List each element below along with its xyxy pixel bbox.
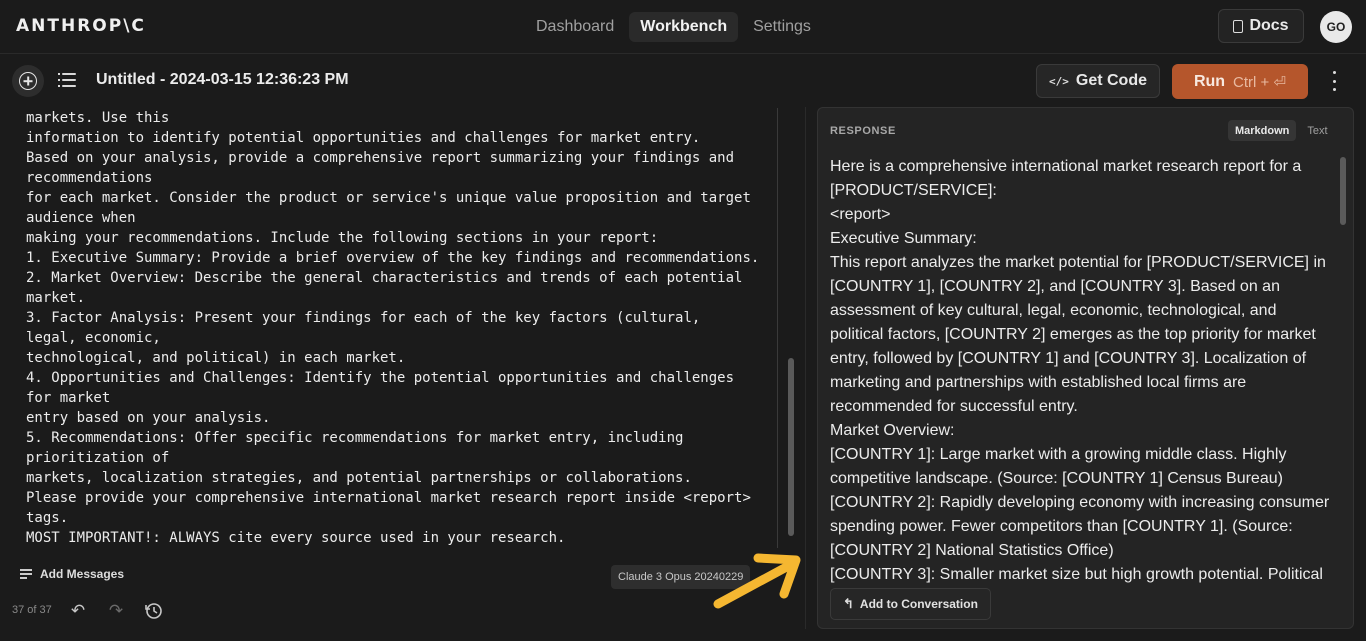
prompt-line[interactable]: Please provide your comprehensive intern… — [26, 488, 766, 508]
prompt-line[interactable]: for each market. Consider the product or… — [26, 188, 766, 208]
response-line: recommended for successful entry. — [830, 398, 1078, 415]
prompt-line[interactable]: markets. Use this — [26, 108, 766, 128]
response-line: <report> — [830, 206, 891, 223]
arrow-annotation — [713, 553, 801, 609]
nav-tabs: Dashboard Workbench Settings — [525, 12, 822, 42]
prompt-line[interactable]: legal, economic, — [26, 328, 766, 348]
response-scroll-thumb[interactable] — [1340, 157, 1346, 225]
run-label: Run — [1193, 72, 1226, 90]
response-line: political factors, [COUNTRY 2] emerges a… — [830, 326, 1316, 343]
response-line: [COUNTRY 3]: Smaller market size but hig… — [830, 566, 1323, 583]
prompt-line[interactable]: recommendations — [26, 168, 766, 188]
prompt-line[interactable]: tags. — [26, 508, 766, 528]
get-code-label: Get Code — [1075, 72, 1147, 89]
format-text[interactable]: Text — [1300, 120, 1334, 141]
response-line: [COUNTRY 2] National Statistics Office) — [830, 542, 1114, 559]
list-icon[interactable] — [58, 72, 76, 88]
add-to-conversation-label: Add to Conversation — [859, 597, 978, 611]
prompt-line[interactable]: making your recommendations. Include the… — [26, 228, 766, 248]
top-nav: ANTHROP\C Dashboard Workbench Settings D… — [0, 0, 1366, 54]
response-text: Here is a comprehensive international ma… — [830, 155, 1330, 587]
workbench-toolbar: Untitled - 2024-03-15 12:36:23 PM </> Ge… — [0, 55, 1366, 107]
run-button[interactable]: Run Ctrl + ⏎ — [1172, 64, 1308, 99]
redo-icon[interactable]: ↷ — [106, 601, 126, 621]
run-shortcut: Ctrl + ⏎ — [1233, 73, 1287, 91]
prompt-line[interactable]: 2. Market Overview: Describe the general… — [26, 268, 766, 288]
new-prompt-button[interactable] — [12, 65, 44, 97]
response-line: Here is a comprehensive international ma… — [830, 158, 1302, 175]
prompt-line[interactable]: technological, and political) in each ma… — [26, 348, 766, 368]
version-count: 37 of 37 — [12, 604, 52, 616]
response-line: [PRODUCT/SERVICE]: — [830, 182, 997, 199]
prompt-line[interactable]: entry based on your analysis. — [26, 408, 766, 428]
add-to-conversation-button[interactable]: ↰ Add to Conversation — [830, 588, 991, 620]
prompt-line[interactable]: 3. Factor Analysis: Present your finding… — [26, 308, 766, 328]
response-line: [COUNTRY 1]: Large market with a growing… — [830, 446, 1287, 463]
code-icon: </> — [1049, 74, 1069, 88]
prompt-scroll-thumb[interactable] — [788, 358, 794, 536]
history-icon[interactable] — [144, 601, 164, 621]
response-line: Market Overview: — [830, 422, 955, 439]
response-line: [COUNTRY 2]: Rapidly developing economy … — [830, 494, 1330, 511]
response-line: Executive Summary: — [830, 230, 977, 247]
new-prompt-icon — [19, 72, 37, 90]
prompt-line[interactable]: 5. Recommendations: Offer specific recom… — [26, 428, 766, 448]
docs-icon — [1233, 19, 1244, 33]
add-messages-icon — [20, 569, 34, 579]
docs-label: Docs — [1249, 17, 1289, 34]
prompt-line[interactable]: 4. Opportunities and Challenges: Identif… — [26, 368, 766, 388]
tab-workbench[interactable]: Workbench — [629, 12, 739, 42]
format-toggle: Markdown Text — [1228, 120, 1335, 141]
prompt-line[interactable]: markets, localization strategies, and po… — [26, 468, 766, 488]
prompt-line[interactable]: audience when — [26, 208, 766, 228]
prompt-line[interactable]: for market — [26, 388, 766, 408]
response-line: spending power. Fewer competitors than [… — [830, 518, 1293, 535]
reply-icon: ↰ — [843, 596, 854, 611]
prompt-line[interactable]: 1. Executive Summary: Provide a brief ov… — [26, 248, 766, 268]
response-line: entry, followed by [COUNTRY 1] and [COUN… — [830, 350, 1307, 367]
response-label: RESPONSE — [830, 125, 896, 137]
response-line: competitive landscape. (Source: [COUNTRY… — [830, 470, 1283, 487]
tab-dashboard[interactable]: Dashboard — [525, 12, 625, 42]
get-code-button[interactable]: </> Get Code — [1036, 64, 1160, 98]
response-line: assessment of key cultural, legal, econo… — [830, 302, 1277, 319]
response-panel: RESPONSE Markdown Text Here is a compreh… — [817, 107, 1354, 629]
page-title[interactable]: Untitled - 2024-03-15 12:36:23 PM — [96, 71, 349, 89]
kebab-menu-icon[interactable] — [1326, 71, 1342, 91]
response-line: [COUNTRY 1], [COUNTRY 2], and [COUNTRY 3… — [830, 278, 1280, 295]
response-line: marketing and partnerships with establis… — [830, 374, 1247, 391]
response-line: This report analyzes the market potentia… — [830, 254, 1326, 271]
prompt-scrollbar[interactable] — [788, 108, 794, 548]
prompt-line[interactable]: information to identify potential opport… — [26, 128, 766, 148]
undo-icon[interactable]: ↶ — [68, 601, 88, 621]
tab-settings[interactable]: Settings — [742, 12, 822, 42]
avatar[interactable]: GO — [1320, 11, 1352, 43]
brand-logo[interactable]: ANTHROP\C — [16, 16, 146, 36]
add-messages-label: Add Messages — [40, 567, 125, 581]
prompt-line[interactable]: Based on your analysis, provide a compre… — [26, 148, 766, 168]
prompt-text[interactable]: markets. Use this information to identify… — [26, 108, 766, 548]
prompt-editor[interactable]: markets. Use this information to identify… — [14, 108, 778, 548]
docs-button[interactable]: Docs — [1218, 9, 1304, 43]
prompt-line[interactable]: prioritization of — [26, 448, 766, 468]
format-markdown[interactable]: Markdown — [1228, 120, 1297, 141]
add-messages-button[interactable]: Add Messages — [20, 567, 124, 581]
prompt-line[interactable]: MOST IMPORTANT!: ALWAYS cite every sourc… — [26, 528, 766, 548]
prompt-line[interactable]: market. — [26, 288, 766, 308]
